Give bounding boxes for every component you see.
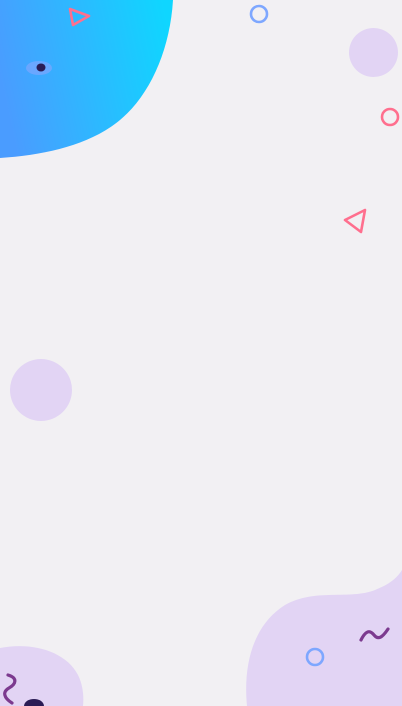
squiggle-icon — [3, 673, 17, 705]
dot-icon — [24, 699, 44, 706]
triangle-outline-icon — [343, 208, 367, 234]
lavender-circle-mid-left — [10, 359, 72, 421]
ring-outline-icon — [249, 4, 269, 24]
lavender-circle-top-right — [349, 28, 398, 77]
triangle-outline-icon — [68, 7, 91, 27]
squiggle-icon — [359, 627, 390, 642]
onboarding-background — [0, 0, 402, 706]
eye-icon — [26, 61, 52, 75]
ring-outline-icon — [305, 647, 325, 667]
ring-outline-icon — [380, 107, 400, 127]
